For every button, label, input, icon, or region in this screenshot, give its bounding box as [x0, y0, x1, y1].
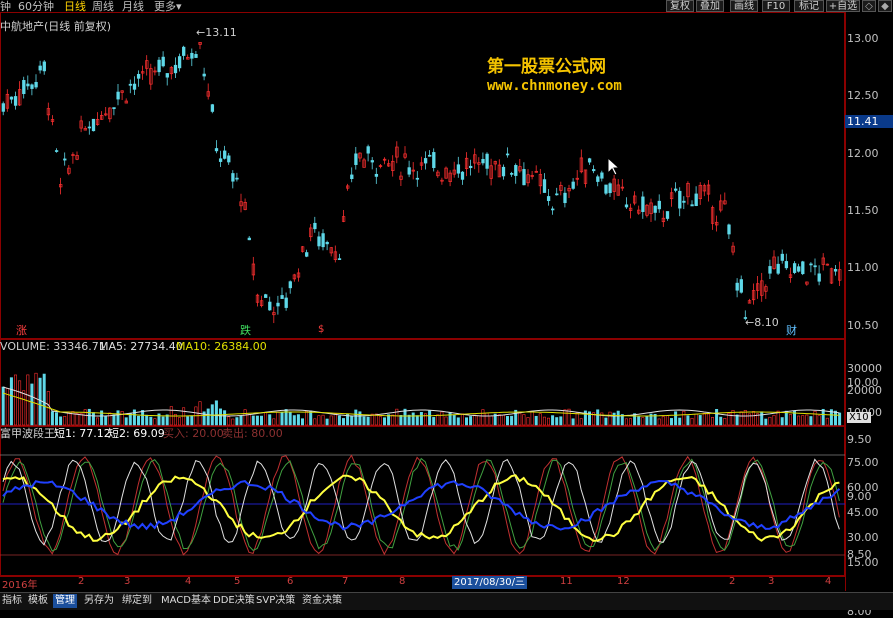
limit-down-marker[interactable]: 跌: [240, 322, 251, 338]
tab-dde[interactable]: DDE决策: [211, 594, 257, 608]
limit-up-marker[interactable]: 涨: [16, 322, 27, 338]
x-label: 8: [399, 576, 406, 587]
diamond-outline-icon[interactable]: ◇: [862, 0, 876, 12]
x-label: 5: [234, 576, 241, 587]
volume-ma10: MA10: 26384.00: [176, 340, 267, 353]
tab-capital[interactable]: 资金决策: [300, 594, 344, 608]
watermark-title: 第一股票公式网: [487, 57, 606, 77]
indicator-short1: 短1: 77.12: [54, 427, 111, 440]
tab-save-as[interactable]: 另存为: [82, 594, 116, 608]
x-label: 3: [768, 576, 775, 587]
overlay-button[interactable]: 叠加: [696, 0, 724, 12]
low-arrow-icon: ←: [745, 316, 755, 329]
tab-bind-to[interactable]: 绑定到: [120, 594, 154, 608]
indicator-sell: 卖出: 80.00: [222, 427, 283, 440]
x-label: 3: [124, 576, 131, 587]
tab-macd[interactable]: MACD基本: [159, 594, 213, 608]
tab-template[interactable]: 模板: [26, 594, 50, 608]
x-label: 6: [287, 576, 294, 587]
x-label: 4: [825, 576, 832, 587]
volume-bars: [1, 372, 842, 426]
tab-indicator[interactable]: 指标: [0, 594, 24, 608]
high-arrow-icon: ←: [196, 26, 206, 39]
volume-ma5: MA5: 27734.40: [99, 340, 183, 353]
f10-button[interactable]: F10: [762, 0, 790, 12]
diamond-filled-icon[interactable]: ◆: [878, 0, 892, 12]
adjust-button[interactable]: 复权: [666, 0, 694, 12]
x-label: 12: [617, 576, 630, 587]
tab-svp[interactable]: SVP决策: [254, 594, 297, 608]
x-label: 4: [185, 576, 192, 587]
x-label-2016: 2016年: [2, 580, 38, 591]
indicator-tabs: 指标 模板 管理 另存为 绑定到 MACD基本 DDE决策 SVP决策 资金决策: [0, 592, 893, 610]
indicator-lines: [2, 454, 841, 556]
draw-line-button[interactable]: 画线: [730, 0, 758, 12]
x-label: 7: [342, 576, 349, 587]
watermark-url: www.chnmoney.com: [487, 78, 622, 94]
high-price-value: 13.11: [205, 26, 237, 39]
x-label: 11: [560, 576, 573, 587]
x-label: 2: [78, 576, 85, 587]
candlesticks: [1, 41, 842, 324]
volume-label: VOLUME: 33346.71: [0, 340, 106, 353]
mouse-pointer-icon: [607, 157, 621, 176]
tab-manage[interactable]: 管理: [53, 594, 77, 608]
low-price-label: ←8.10: [745, 316, 779, 329]
axis-frame: [845, 12, 893, 591]
indicator-name: 富甲波段王: [0, 427, 55, 440]
low-price-value: 8.10: [754, 316, 779, 329]
dividend-marker[interactable]: $: [318, 324, 324, 335]
mark-button[interactable]: 标记: [794, 0, 824, 12]
cursor-date: 2017/08/30/三: [452, 576, 528, 589]
add-watchlist-button[interactable]: +自选: [826, 0, 860, 12]
high-price-label: ←13.11: [196, 26, 237, 39]
period-toolbar: 钟 60分钟 日线 周线 月线 更多▾ 复权 叠加 画线 F10 标记 +自选 …: [0, 0, 893, 13]
x-label: 2: [729, 576, 736, 587]
price-axis: 13.00 12.50 12.00 11.50 11.00 10.50 10.00 9.50 9…: [845, 12, 893, 618]
financial-marker[interactable]: 财: [786, 322, 797, 338]
volume-unit: X10: [847, 412, 871, 423]
current-price-tag: 11.41: [845, 115, 893, 128]
chart-frame: [0, 12, 845, 577]
kline-chart[interactable]: [0, 12, 845, 591]
indicator-short2: 短2: 69.09: [108, 427, 165, 440]
indicator-buy: 买入: 20.00: [163, 427, 224, 440]
main-pane-title: 中航地产(日线 前复权): [0, 20, 112, 33]
